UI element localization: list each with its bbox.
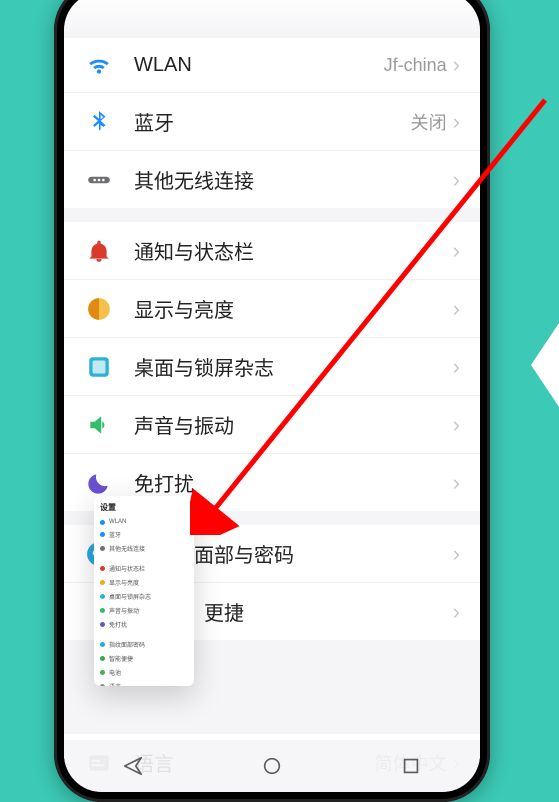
speaker-icon: [86, 412, 112, 438]
row-label: 声音与振动: [134, 410, 453, 439]
brightness-icon: [86, 296, 112, 322]
mini-row: 桌面与锁屏杂志: [100, 592, 188, 601]
mini-row: 免打扰: [100, 620, 188, 629]
wifi-icon: [86, 52, 112, 78]
nav-recent-button[interactable]: [379, 755, 443, 777]
row-label: 通知与状态栏: [134, 236, 453, 265]
mini-row: 蓝牙: [100, 530, 188, 539]
chevron-right-icon: ›: [453, 472, 460, 494]
nav-home-button[interactable]: [240, 755, 304, 777]
mini-preview-card[interactable]: 设置 WLAN 蓝牙其他无线连接通知与状态栏显示与亮度桌面与锁屏杂志声音与振动免打…: [94, 496, 194, 686]
settings-row-display[interactable]: 显示与亮度 ›: [64, 279, 480, 337]
row-label: WLAN: [134, 54, 384, 77]
chevron-right-icon: ›: [453, 54, 460, 76]
moon-icon: [86, 470, 112, 496]
nav-back-button[interactable]: [101, 755, 165, 777]
top-fade: [64, 0, 480, 34]
chevron-right-icon: ›: [453, 240, 460, 262]
chevron-right-icon: ›: [453, 169, 460, 191]
mini-title: 设置: [100, 502, 188, 513]
navigation-bar: [64, 740, 480, 792]
chevron-right-icon: ›: [453, 298, 460, 320]
mini-row: 声音与振动: [100, 606, 188, 615]
dots-icon: [86, 167, 112, 193]
row-label: 其他无线连接: [134, 165, 453, 194]
row-label: 桌面与锁屏杂志: [134, 352, 453, 381]
row-label: 更捷: [204, 597, 453, 626]
row-label: 显示与亮度: [134, 294, 453, 323]
mini-row: WLAN: [100, 519, 188, 525]
chevron-right-icon: ›: [453, 356, 460, 378]
settings-row-sound[interactable]: 声音与振动 ›: [64, 395, 480, 453]
bluetooth-icon: [86, 109, 112, 135]
mini-row: 电池: [100, 668, 188, 677]
chevron-right-icon: ›: [453, 414, 460, 436]
settings-group: 通知与状态栏 › 显示与亮度 › 桌面与锁屏杂志 ›: [64, 222, 480, 511]
settings-row-other-wireless[interactable]: 其他无线连接 ›: [64, 150, 480, 208]
settings-row-wlan[interactable]: WLAN Jf-china ›: [64, 38, 480, 92]
mini-row: 其他无线连接: [100, 544, 188, 553]
settings-row-notifications[interactable]: 通知与状态栏 ›: [64, 222, 480, 279]
bell-icon: [86, 238, 112, 264]
mini-row: 显示与亮度: [100, 578, 188, 587]
chevron-right-icon: ›: [453, 111, 460, 133]
decorative-edge: [531, 320, 559, 410]
wallpaper-icon: [86, 354, 112, 380]
chevron-right-icon: ›: [453, 543, 460, 565]
row-value: 关闭: [411, 109, 447, 135]
mini-rows: WLAN 蓝牙其他无线连接通知与状态栏显示与亮度桌面与锁屏杂志声音与振动免打扰指纹…: [100, 519, 188, 686]
mini-row: 指纹面部密码: [100, 640, 188, 649]
settings-row-bluetooth[interactable]: 蓝牙 关闭 ›: [64, 92, 480, 150]
chevron-right-icon: ›: [453, 601, 460, 623]
mini-row: 智能便捷: [100, 654, 188, 663]
row-label: 免打扰: [134, 468, 453, 497]
row-label: 蓝牙: [134, 107, 411, 136]
mini-row: 语言: [100, 682, 188, 686]
row-value: Jf-china: [384, 55, 447, 76]
settings-row-home-lock[interactable]: 桌面与锁屏杂志 ›: [64, 337, 480, 395]
settings-group: WLAN Jf-china › 蓝牙 关闭 › 其他无线连接: [64, 38, 480, 208]
mini-row: 通知与状态栏: [100, 564, 188, 573]
